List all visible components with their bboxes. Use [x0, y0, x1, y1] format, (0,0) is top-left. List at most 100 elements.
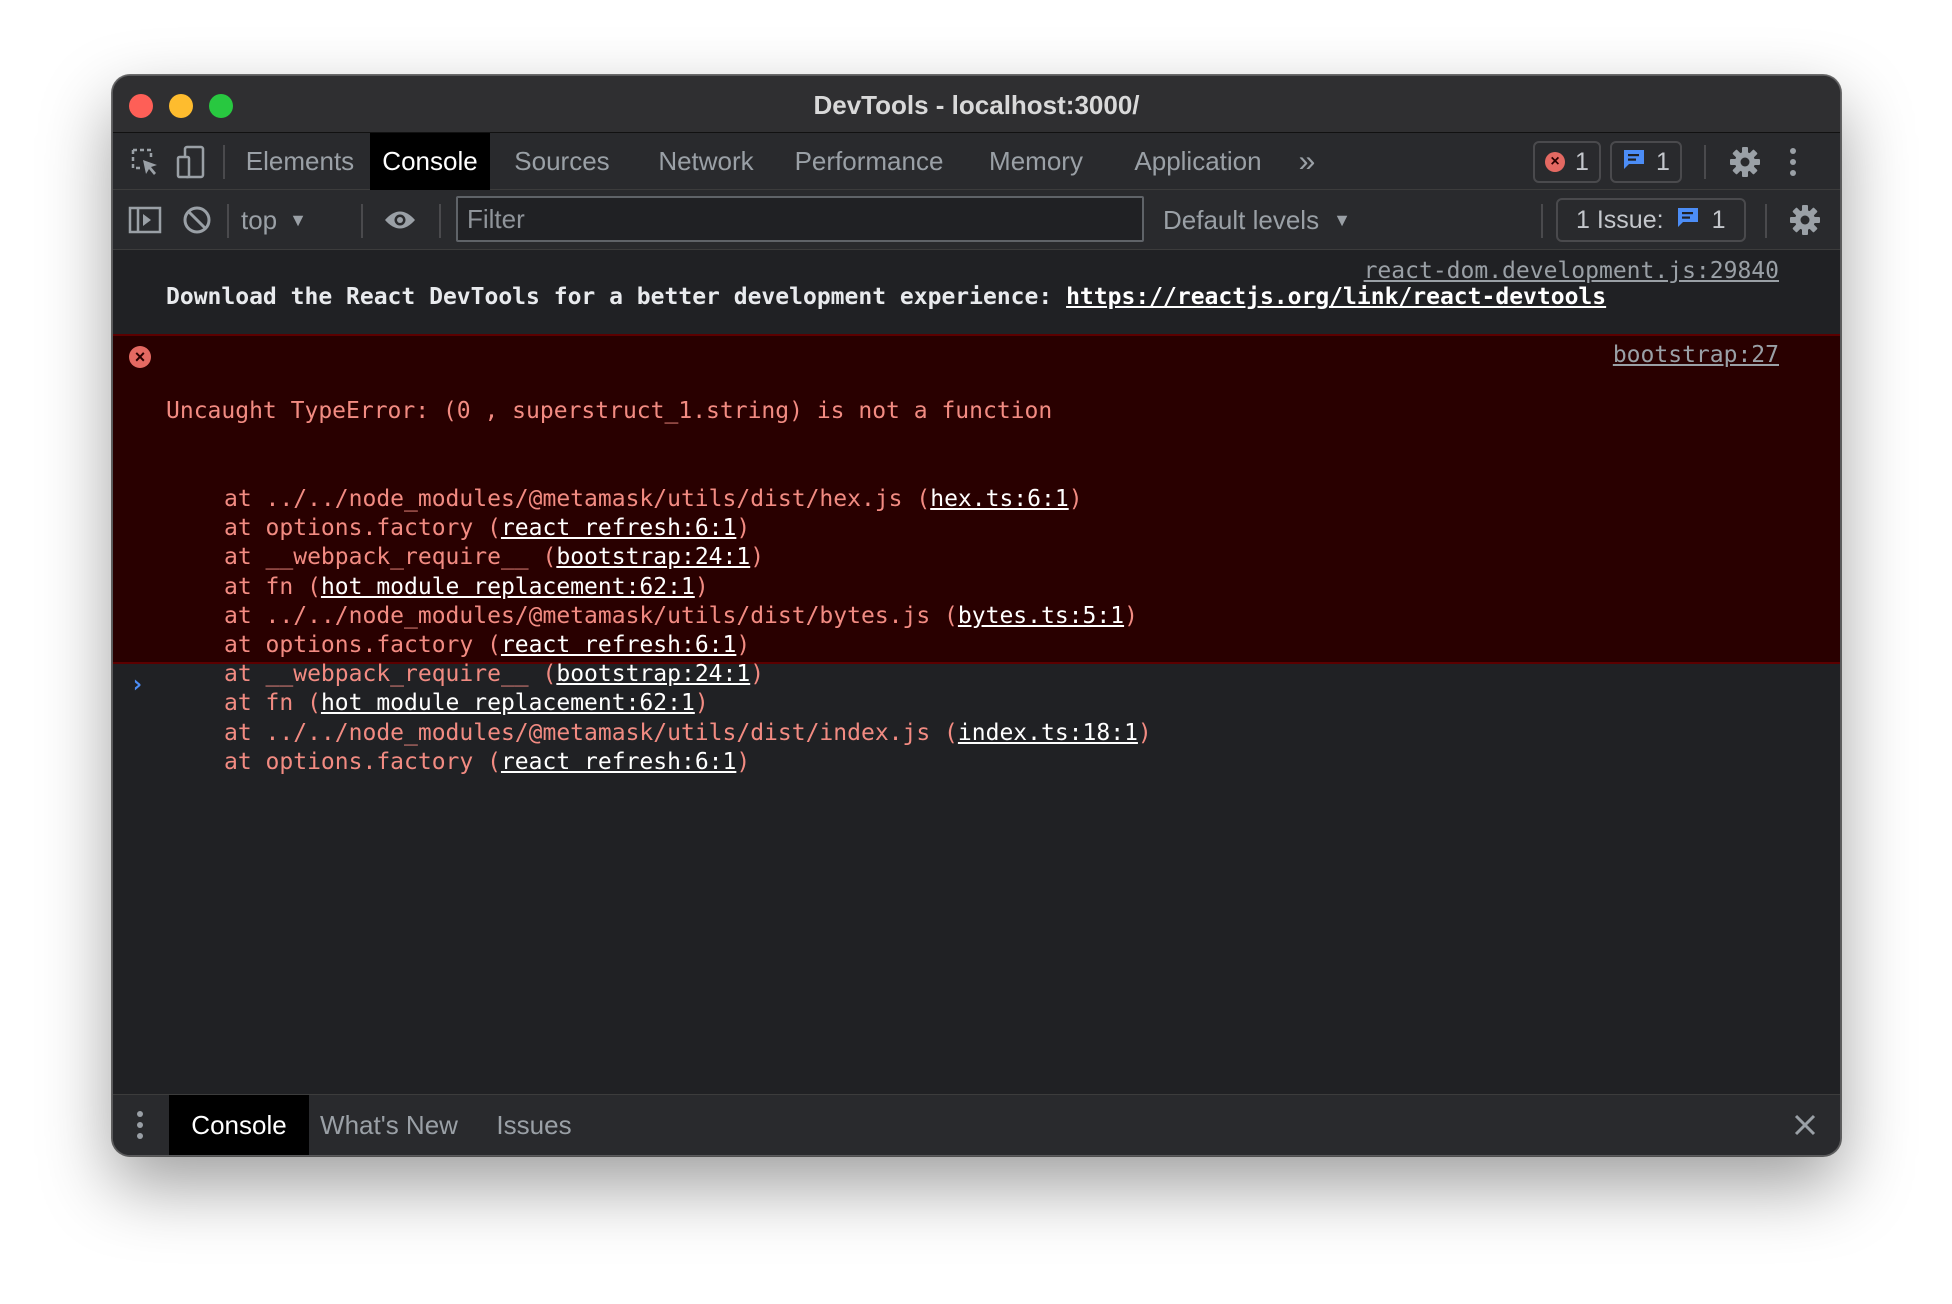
error-stack: Uncaught TypeError: (0 , superstruct_1.s…: [166, 339, 1152, 777]
toolbar-divider: [361, 204, 363, 238]
dropdown-arrow-icon: ▼: [1333, 209, 1351, 230]
toolbar-divider: [439, 204, 441, 238]
stack-frame-source-link[interactable]: react refresh:6:1: [501, 632, 736, 658]
error-source-link[interactable]: bootstrap:27: [1613, 342, 1779, 368]
issues-count: 1: [1711, 205, 1726, 234]
default-levels-label: Default levels: [1163, 204, 1320, 235]
stack-frame: at ../../node_modules/@metamask/utils/di…: [166, 485, 1152, 514]
stack-frame-suffix: ): [736, 632, 751, 659]
stack-frame-source-link[interactable]: hex.ts:6:1: [930, 486, 1068, 512]
stack-frame: at options.factory (react refresh:6:1): [166, 514, 1152, 543]
filter-input[interactable]: [456, 196, 1144, 242]
eye-icon[interactable]: [380, 190, 420, 250]
dropdown-arrow-icon: ▼: [289, 209, 307, 230]
close-icon[interactable]: [1785, 1095, 1825, 1155]
stack-frame-suffix: ): [736, 748, 751, 775]
error-icon: ×: [129, 346, 151, 368]
tab-sources[interactable]: Sources: [490, 133, 634, 190]
stack-frame-text: at fn (: [224, 690, 321, 717]
tab-elements[interactable]: Elements: [230, 133, 370, 190]
error-counter[interactable]: × 1: [1533, 141, 1601, 183]
stack-frame-suffix: ): [694, 690, 709, 717]
stack-frame: at ../../node_modules/@metamask/utils/di…: [166, 719, 1152, 748]
info-message-body: Download the React DevTools for a better…: [166, 284, 1067, 310]
stack-frame-text: at options.factory (: [224, 632, 501, 659]
stack-frame-suffix: ): [1068, 486, 1083, 513]
stack-frame: at __webpack_require__ (bootstrap:24:1): [166, 543, 1152, 572]
drawer-tab-issues[interactable]: Issues: [469, 1095, 599, 1155]
stack-frame-suffix: ): [1137, 719, 1152, 746]
message-icon: [1622, 148, 1646, 177]
console-info-message: react-dom.development.js:29840 Download …: [113, 250, 1840, 330]
stack-frame: at options.factory (react refresh:6:1): [166, 748, 1152, 777]
message-counter[interactable]: 1: [1610, 141, 1682, 183]
stack-frame-source-link[interactable]: react refresh:6:1: [501, 515, 736, 541]
stack-frame-source-link[interactable]: index.ts:18:1: [958, 720, 1138, 746]
window-title: DevTools - localhost:3000/: [813, 90, 1140, 120]
console-toolbar: top ▼ Default levels ▼ 1 Issue: 1: [113, 190, 1840, 250]
inspect-element-icon[interactable]: [125, 133, 165, 190]
stack-frame-source-link[interactable]: hot module replacement:62:1: [321, 574, 695, 600]
stack-frame-text: at fn (: [224, 573, 321, 600]
kebab-menu-icon[interactable]: [1773, 133, 1813, 190]
device-toolbar-icon[interactable]: [171, 133, 211, 190]
stack-frame-source-link[interactable]: bootstrap:24:1: [556, 661, 750, 687]
error-icon: ×: [1545, 152, 1565, 172]
stack-frame-suffix: ): [736, 515, 751, 542]
stack-frame: at __webpack_require__ (bootstrap:24:1): [166, 660, 1152, 689]
tab-application[interactable]: Application: [1112, 133, 1284, 190]
console-error-message: × bootstrap:27 Uncaught TypeError: (0 , …: [113, 334, 1840, 775]
stack-frame-text: at options.factory (: [224, 515, 501, 542]
sidebar-toggle-icon[interactable]: [125, 190, 165, 250]
info-source-link[interactable]: react-dom.development.js:29840: [1364, 258, 1779, 284]
drawer-menu-icon[interactable]: [125, 1095, 155, 1155]
bottom-drawer: Console What's New Issues: [113, 1094, 1840, 1155]
stack-frame-text: at options.factory (: [224, 748, 501, 775]
error-count: 1: [1575, 147, 1589, 176]
stack-frame-source-link[interactable]: bootstrap:24:1: [556, 544, 750, 570]
stack-frame-source-link[interactable]: bytes.ts:5:1: [958, 603, 1124, 629]
context-label: top: [241, 204, 278, 235]
stack-frame-text: at ../../node_modules/@metamask/utils/di…: [224, 719, 958, 746]
stack-frame-text: at ../../node_modules/@metamask/utils/di…: [224, 486, 931, 513]
more-tabs-icon[interactable]: »: [1284, 133, 1330, 190]
stack-frame-source-link[interactable]: hot module replacement:62:1: [321, 690, 695, 716]
gear-icon[interactable]: [1725, 133, 1765, 190]
message-icon: [1676, 206, 1700, 235]
message-count: 1: [1656, 147, 1670, 176]
stack-frame-suffix: ): [750, 661, 765, 688]
title-bar: DevTools - localhost:3000/: [113, 76, 1840, 133]
stack-frame: at ../../node_modules/@metamask/utils/di…: [166, 602, 1152, 631]
stack-frame-text: at __webpack_require__ (: [224, 661, 557, 688]
issues-label: 1 Issue:: [1576, 205, 1664, 234]
clear-console-icon[interactable]: [177, 190, 217, 250]
toolbar-divider: [1765, 204, 1767, 238]
stack-frame-text: at ../../node_modules/@metamask/utils/di…: [224, 602, 958, 629]
issues-button[interactable]: 1 Issue: 1: [1556, 198, 1746, 242]
devtools-window: DevTools - localhost:3000/ Elements Cons…: [112, 75, 1841, 1156]
stack-frame: at fn (hot module replacement:62:1): [166, 689, 1152, 718]
toolbar-divider: [1704, 145, 1706, 179]
context-selector[interactable]: top ▼: [241, 190, 307, 250]
drawer-tab-console[interactable]: Console: [169, 1095, 309, 1155]
toolbar-divider: [1541, 204, 1543, 238]
tab-console[interactable]: Console: [370, 133, 490, 190]
toolbar-divider: [227, 204, 229, 238]
tab-network[interactable]: Network: [634, 133, 778, 190]
toolbar-divider: [223, 145, 225, 179]
error-title: Uncaught TypeError: (0 , superstruct_1.s…: [166, 398, 1053, 425]
stack-frame-suffix: ): [750, 544, 765, 571]
tab-memory[interactable]: Memory: [960, 133, 1112, 190]
stack-frame-suffix: ): [1124, 602, 1138, 629]
main-tab-bar: Elements Console Sources Network Perform…: [113, 133, 1840, 190]
react-devtools-link[interactable]: https://reactjs.org/link/react-devtools: [1066, 284, 1606, 310]
stack-frame-suffix: ): [694, 573, 709, 600]
tab-performance[interactable]: Performance: [778, 133, 960, 190]
drawer-tab-whats-new[interactable]: What's New: [309, 1095, 469, 1155]
console-settings-gear-icon[interactable]: [1785, 190, 1825, 250]
stack-frame-source-link[interactable]: react refresh:6:1: [501, 749, 736, 775]
default-levels-dropdown[interactable]: Default levels ▼: [1163, 190, 1351, 250]
console-prompt[interactable]: ›: [130, 670, 144, 698]
info-message-text: Download the React DevTools for a better…: [166, 284, 1606, 310]
stack-frame-text: at __webpack_require__ (: [224, 544, 557, 571]
